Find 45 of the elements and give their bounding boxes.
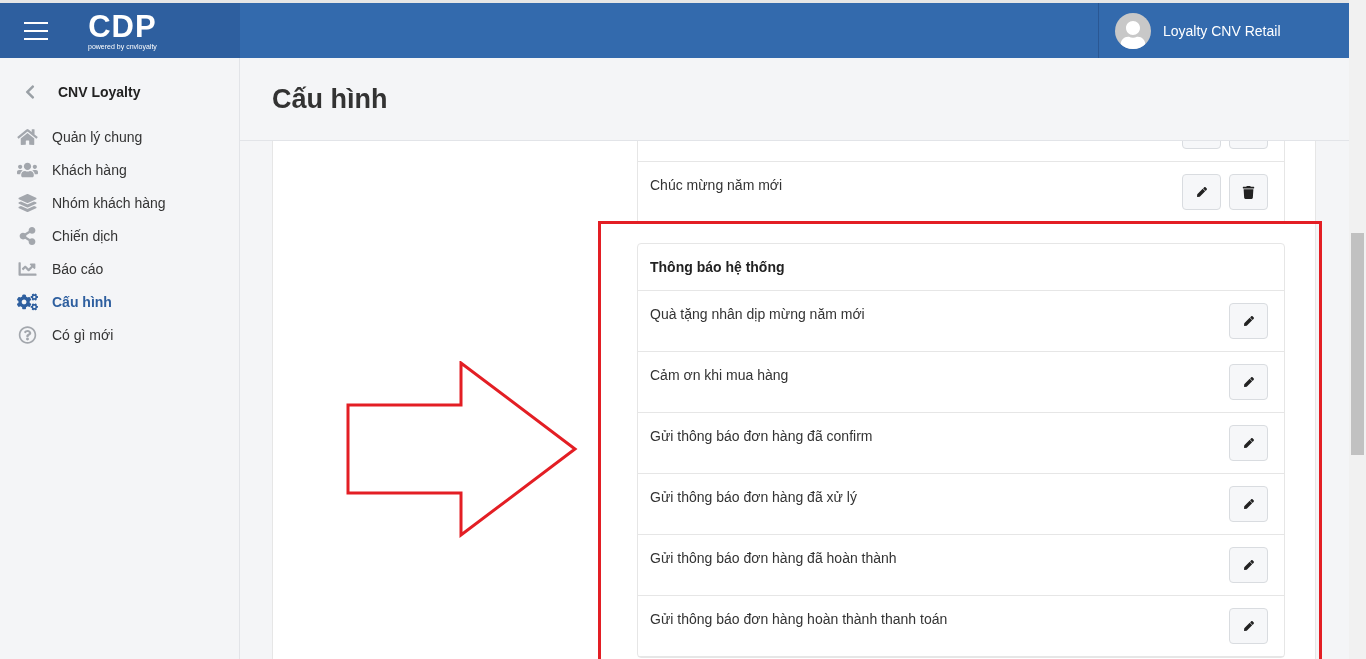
pencil-icon [1243,499,1254,509]
trash-icon [1242,185,1255,199]
layers-icon [17,193,38,212]
chart-icon [17,259,38,278]
pencil-icon [1243,560,1254,570]
edit-button[interactable] [1182,174,1221,210]
edit-button[interactable] [1229,425,1268,461]
gears-icon [17,292,38,311]
edit-button[interactable] [1229,303,1268,339]
logo: CDP [88,11,157,43]
sidebar-item[interactable]: Có gì mới [0,318,239,351]
template-name: Gửi thông báo đơn hàng đã hoàn thành [650,550,897,568]
sidebar-item[interactable]: Chiến dịch [0,219,239,252]
edit-button[interactable] [1229,486,1268,522]
sidebar-item[interactable]: Nhóm khách hàng [0,186,239,219]
share-icon [17,226,38,245]
template-name: Gửi thông báo đơn hàng hoàn thành thanh toán [650,611,948,629]
menu-button[interactable] [24,21,48,40]
sidebar-item[interactable]: Khách hàng [0,153,239,186]
sidebar-title: CNV Loyalty [58,84,141,100]
card-title: Thông báo hệ thống [638,244,1284,291]
pencil-icon [1243,316,1254,326]
scrollbar[interactable] [1349,0,1366,659]
page-title: Cấu hình [272,83,388,115]
template-name: Gửi thông báo đơn hàng đã confirm [650,428,873,446]
sidebar-item[interactable]: Báo cáo [0,252,239,285]
question-icon [17,325,38,344]
edit-button[interactable] [1229,608,1268,644]
pencil-icon [1243,621,1254,631]
sidebar-item[interactable]: Cấu hình [0,285,239,318]
sidebar-item[interactable]: Quản lý chung [0,120,239,153]
pencil-icon [1243,438,1254,448]
edit-button[interactable] [1229,547,1268,583]
avatar-icon[interactable] [1115,12,1151,49]
template-name: Gửi thông báo đơn hàng đã xử lý [650,489,857,507]
pencil-icon [1196,187,1207,197]
edit-button[interactable] [1229,364,1268,400]
user-name[interactable]: Loyalty CNV Retail [1163,22,1281,39]
pencil-icon [1243,377,1254,387]
users-icon [17,160,38,179]
template-name: Cảm ơn khi mua hàng [650,367,789,385]
delete-button[interactable] [1229,174,1268,210]
home-icon [17,127,38,146]
template-name: Chúc mừng năm mới [650,177,783,195]
template-name: Quà tặng nhân dịp mừng năm mới [650,306,865,324]
